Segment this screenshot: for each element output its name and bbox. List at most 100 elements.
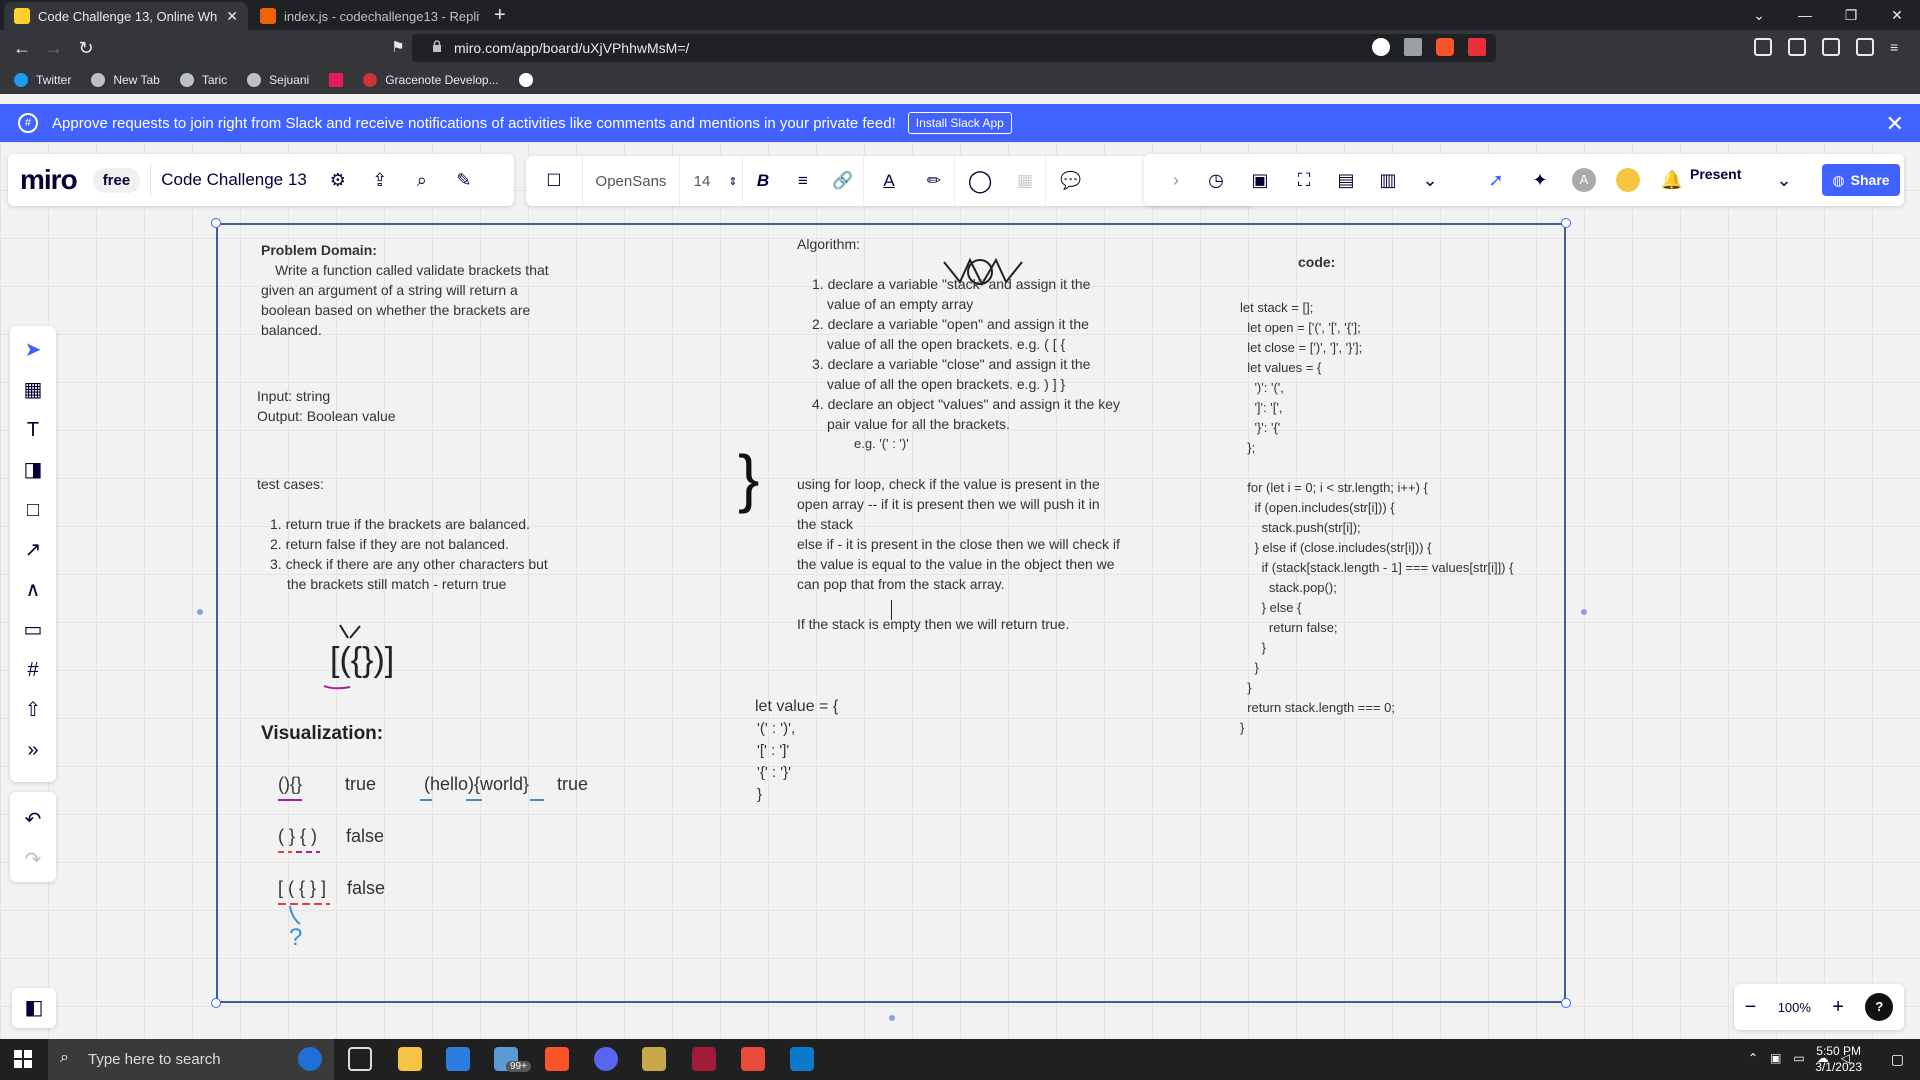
store-icon[interactable] — [446, 1047, 470, 1071]
close-window-icon[interactable]: ✕ — [1874, 7, 1920, 24]
zoom-out-icon[interactable]: − — [1745, 996, 1757, 1019]
border-icon[interactable]: ◯ — [955, 156, 1005, 206]
bookmark-icon[interactable]: ⚑ — [386, 36, 410, 60]
discord-icon[interactable] — [594, 1047, 618, 1071]
avatar[interactable]: A — [1572, 168, 1596, 192]
notes-icon[interactable]: ▥ — [1376, 168, 1400, 192]
sidebar-icon[interactable] — [1822, 38, 1840, 56]
timer-icon[interactable]: ◷ — [1204, 168, 1228, 192]
shape-icon[interactable]: ☐ — [526, 156, 582, 206]
brave-icon[interactable] — [545, 1047, 569, 1071]
wallet-icon[interactable] — [1856, 38, 1874, 56]
font-select[interactable]: OpenSans — [583, 156, 679, 206]
fill-icon[interactable]: ▦ — [1005, 156, 1045, 206]
connection-line-icon[interactable]: ↗ — [21, 538, 45, 562]
monitor-icon[interactable]: ▭ — [1793, 1051, 1804, 1065]
chevron-up-icon[interactable]: ⌃ — [1748, 1051, 1758, 1065]
chevron-down-icon[interactable]: ⌄ — [1772, 168, 1796, 192]
brave-shields-icon[interactable] — [1436, 38, 1454, 56]
comment-icon[interactable]: 💬 — [1046, 156, 1096, 206]
more-icon[interactable]: ⌄ — [1418, 168, 1442, 192]
text-icon[interactable]: T — [21, 418, 45, 442]
close-icon[interactable]: ✕ — [226, 8, 238, 25]
resize-handle[interactable] — [1561, 998, 1571, 1008]
board-panel[interactable]: ◧ — [12, 988, 56, 1028]
focus-icon[interactable]: ⛶ — [1292, 168, 1316, 192]
shape-icon[interactable]: □ — [21, 498, 45, 522]
voting-icon[interactable]: ▤ — [1334, 168, 1358, 192]
resize-handle[interactable] — [211, 998, 221, 1008]
valorant-icon[interactable] — [692, 1047, 716, 1071]
text-color-icon[interactable]: A — [864, 156, 914, 206]
extension-icon[interactable] — [1754, 38, 1772, 56]
minimize-icon[interactable]: — — [1782, 7, 1828, 23]
more-tools-icon[interactable]: » — [21, 738, 45, 762]
windows-start-icon[interactable] — [14, 1050, 32, 1068]
tab-search-icon[interactable]: ⌄ — [1736, 7, 1782, 24]
share-button[interactable]: ◍ Share — [1822, 164, 1900, 196]
chevron-right-icon[interactable]: › — [1164, 168, 1188, 192]
resize-handle[interactable] — [1561, 218, 1571, 228]
bing-icon[interactable] — [298, 1047, 322, 1071]
bell-icon[interactable]: 🔔 — [1660, 168, 1684, 192]
url-field[interactable]: miro.com/app/board/uXjVPhhwMsM=/ — [412, 34, 1496, 62]
maximize-icon[interactable]: ❐ — [1828, 7, 1874, 24]
present-button[interactable]: Present — [1690, 166, 1741, 182]
brave-rewards-icon[interactable] — [1468, 38, 1486, 56]
bookmark-twitter[interactable]: Twitter — [14, 73, 71, 87]
bookmark-github[interactable] — [518, 73, 533, 87]
apps-icon[interactable]: ✎ — [453, 169, 475, 191]
frame-icon[interactable]: # — [21, 658, 45, 682]
bookmark-sejuani[interactable]: Sejuani — [247, 73, 309, 87]
card-icon[interactable]: ▣ — [1248, 168, 1272, 192]
bold-icon[interactable]: B — [743, 156, 783, 206]
align-icon[interactable]: ≡ — [783, 156, 823, 206]
new-tab-button[interactable]: + — [494, 2, 506, 28]
zoom-in-icon[interactable]: + — [1832, 996, 1844, 1019]
vscode-icon[interactable] — [790, 1047, 814, 1071]
select-icon[interactable]: ➤ — [21, 338, 45, 362]
pen-icon[interactable]: ∧ — [21, 578, 45, 602]
share-page-icon[interactable] — [1404, 38, 1422, 56]
link-icon[interactable]: 🔗 — [823, 156, 863, 206]
league-icon[interactable] — [642, 1047, 666, 1071]
network-icon[interactable]: ▣ — [1770, 1051, 1781, 1065]
forward-icon[interactable]: → — [42, 36, 66, 60]
cursor-icon[interactable]: ➚ — [1484, 168, 1508, 192]
taskbar-search[interactable]: ⌕ Type here to search — [48, 1039, 334, 1080]
tab-replit[interactable]: index.js - codechallenge13 - Replit — [250, 2, 490, 30]
zoom-level[interactable]: 100% — [1778, 1000, 1811, 1015]
export-icon[interactable]: ⇪ — [369, 169, 391, 191]
bookmark-slack[interactable] — [329, 73, 344, 87]
back-icon[interactable]: ← — [10, 36, 34, 60]
reactions-icon[interactable]: ✦ — [1528, 168, 1552, 192]
install-slack-button[interactable]: Install Slack App — [907, 112, 1012, 134]
plan-badge[interactable]: free — [92, 167, 141, 193]
bookmark-new-tab[interactable]: New Tab — [91, 73, 160, 87]
task-view-icon[interactable] — [348, 1047, 372, 1071]
upload-icon[interactable]: ⇧ — [21, 698, 45, 722]
menu-icon[interactable]: ≡ — [1890, 38, 1908, 56]
bookmark-gracenote[interactable]: Gracenote Develop... — [363, 73, 499, 87]
resize-handle[interactable] — [211, 218, 221, 228]
font-size-stepper-icon[interactable]: ⇕ — [724, 156, 742, 206]
reload-icon[interactable]: ↻ — [74, 36, 98, 60]
templates-icon[interactable]: ▦ — [21, 378, 45, 402]
close-icon[interactable]: ✕ — [1886, 111, 1904, 137]
app-icon[interactable] — [741, 1047, 765, 1071]
tab-miro[interactable]: Code Challenge 13, Online Whitel ✕ — [4, 2, 248, 30]
redo-icon[interactable]: ↷ — [21, 848, 45, 872]
google-icon[interactable] — [1372, 38, 1390, 56]
miro-logo[interactable]: miro — [20, 164, 78, 196]
settings-icon[interactable]: ⚙ — [327, 169, 349, 191]
undo-icon[interactable]: ↶ — [21, 808, 45, 832]
user-avatar[interactable] — [1616, 168, 1640, 192]
puzzle-icon[interactable] — [1788, 38, 1806, 56]
sticky-note-icon[interactable]: ◨ — [21, 458, 45, 482]
notifications-icon[interactable]: ▢ — [1891, 1051, 1904, 1068]
file-explorer-icon[interactable] — [398, 1047, 422, 1071]
font-size-input[interactable]: 14 — [680, 156, 724, 206]
search-icon[interactable]: ⌕ — [411, 169, 433, 191]
help-icon[interactable]: ? — [1865, 993, 1894, 1021]
comment-icon[interactable]: ▭ — [21, 618, 45, 642]
